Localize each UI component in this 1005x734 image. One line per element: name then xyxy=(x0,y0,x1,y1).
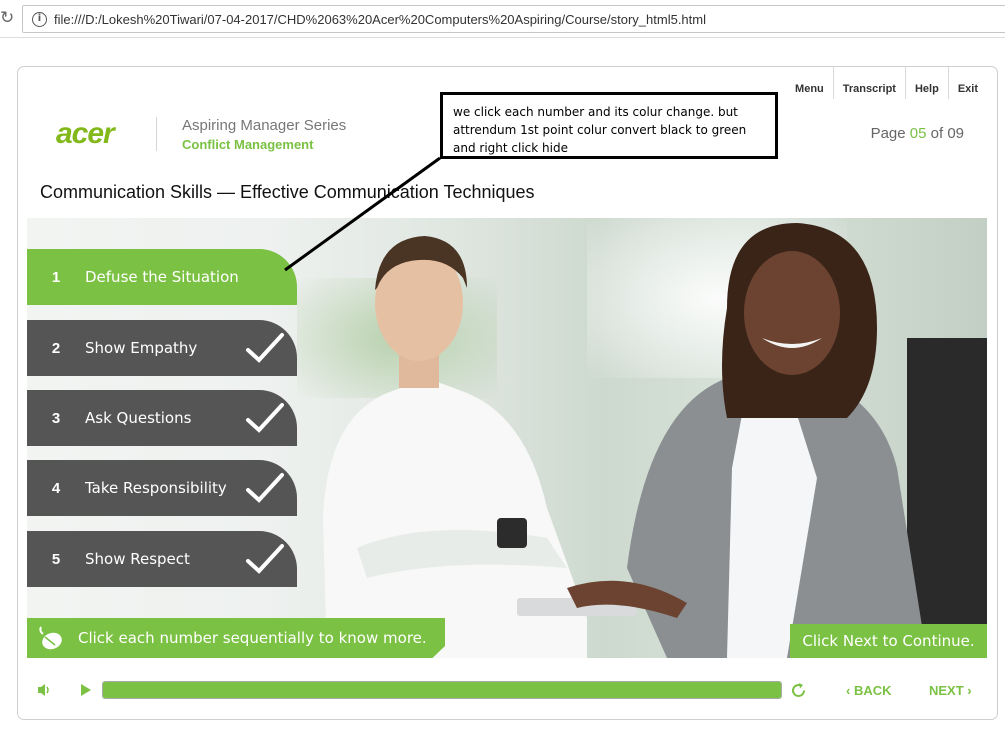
next-button[interactable]: NEXT › xyxy=(929,683,972,698)
info-icon[interactable]: i xyxy=(32,12,47,27)
top-navigation: Menu Transcript Help Exit xyxy=(786,67,987,99)
topic-label: Show Respect xyxy=(85,550,190,568)
topic-number: 2 xyxy=(51,339,61,357)
transcript-button[interactable]: Transcript xyxy=(832,67,905,99)
play-icon[interactable] xyxy=(80,683,92,697)
instruction-bar: Click each number sequentially to know m… xyxy=(27,618,445,658)
back-button[interactable]: ‹ BACK xyxy=(846,683,892,698)
topic-label: Show Empathy xyxy=(85,339,198,357)
topic-5-show-respect[interactable]: 5 Show Respect xyxy=(27,531,297,587)
browser-address-bar: ↻ i file:///D:/Lokesh%20Tiwari/07-04-201… xyxy=(0,0,1005,38)
slide-stage: 1 Defuse the Situation 2 Show Empathy 3 … xyxy=(27,218,987,658)
topic-3-ask-questions[interactable]: 3 Ask Questions xyxy=(27,390,297,446)
url-field[interactable]: i file:///D:/Lokesh%20Tiwari/07-04-2017/… xyxy=(22,5,1005,33)
annotation-callout: we click each number and its colur chang… xyxy=(440,92,778,159)
progress-fill xyxy=(103,682,781,698)
checkmark-icon xyxy=(246,403,284,433)
checkmark-icon xyxy=(246,544,284,574)
topic-number: 3 xyxy=(51,409,61,427)
replay-icon[interactable] xyxy=(790,682,807,699)
help-button[interactable]: Help xyxy=(904,67,948,99)
page-current: 05 xyxy=(909,125,927,142)
reload-icon[interactable]: ↻ xyxy=(0,8,16,28)
header-divider xyxy=(156,117,157,151)
topic-1-defuse-situation[interactable]: 1 Defuse the Situation xyxy=(27,249,297,305)
mouse-click-icon xyxy=(39,626,62,650)
checkmark-icon xyxy=(246,473,284,503)
topic-label: Take Responsibility xyxy=(85,479,227,497)
slide-heading: Communication Skills — Effective Communi… xyxy=(40,182,535,202)
page-of: of xyxy=(926,125,948,142)
instruction-text: Click each number sequentially to know m… xyxy=(78,629,427,647)
topic-label: Ask Questions xyxy=(85,409,192,427)
series-title: Aspiring Manager Series xyxy=(182,117,347,134)
page-total: 09 xyxy=(947,125,964,142)
topic-number: 5 xyxy=(51,550,61,568)
topic-4-take-responsibility[interactable]: 4 Take Responsibility xyxy=(27,460,297,516)
topic-number: 4 xyxy=(51,479,61,497)
url-text: file:///D:/Lokesh%20Tiwari/07-04-2017/CH… xyxy=(54,12,706,27)
topic-2-show-empathy[interactable]: 2 Show Empathy xyxy=(27,320,297,376)
volume-icon[interactable] xyxy=(36,682,52,698)
back-label: BACK xyxy=(853,683,892,698)
next-label: NEXT xyxy=(929,683,964,698)
acer-logo: acer xyxy=(56,117,115,150)
exit-button[interactable]: Exit xyxy=(947,67,987,99)
course-subtitle: Conflict Management xyxy=(182,137,314,152)
course-player: Menu Transcript Help Exit acer Aspiring … xyxy=(17,66,998,720)
topic-number: 1 xyxy=(51,268,61,286)
topic-label: Defuse the Situation xyxy=(85,268,239,286)
next-hint-banner: Click Next to Continue. xyxy=(790,624,987,658)
checkmark-icon xyxy=(246,333,284,363)
menu-button[interactable]: Menu xyxy=(786,67,833,99)
player-controls: ‹ BACK NEXT › xyxy=(18,673,997,709)
progress-bar[interactable] xyxy=(102,681,782,699)
page-prefix: Page xyxy=(870,125,910,142)
page-counter: Page 05 of 09 xyxy=(871,125,964,142)
